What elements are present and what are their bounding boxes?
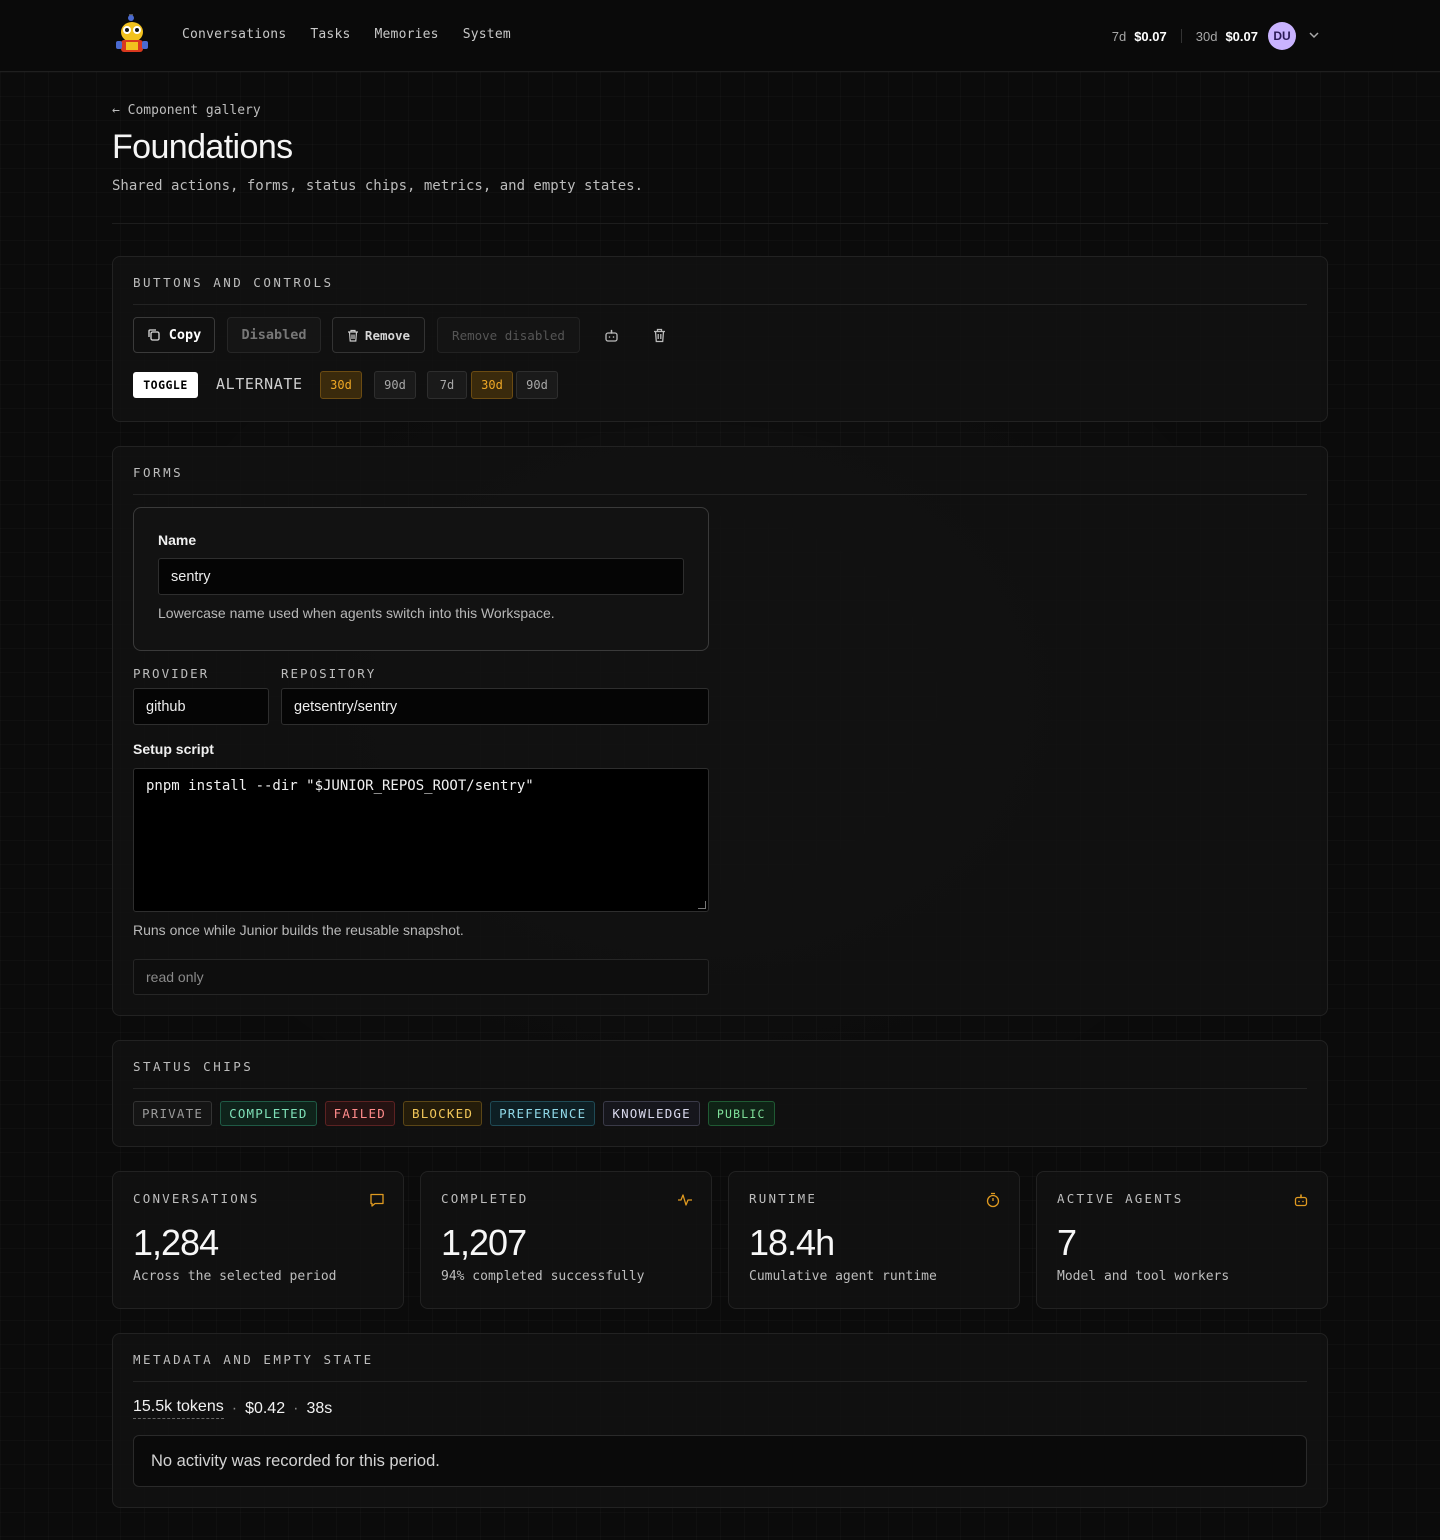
- forms-panel: FORMS Name sentry Lowercase name used wh…: [112, 446, 1328, 1016]
- metric-value: 7: [1057, 1222, 1077, 1263]
- usage-30d-value: $0.07: [1225, 28, 1258, 44]
- metric-value: 18.4h: [749, 1222, 835, 1263]
- nav-system[interactable]: System: [463, 27, 511, 42]
- section-title: FORMS: [133, 465, 184, 480]
- metric-label: COMPLETED: [441, 1191, 529, 1206]
- remove-label: Remove: [364, 327, 411, 343]
- setup-script-help: Runs once while Junior builds the reusab…: [133, 922, 464, 938]
- separator-dot: ·: [231, 1399, 238, 1417]
- toggle-button[interactable]: TOGGLE: [133, 372, 198, 398]
- duration-value: 38s: [306, 1399, 333, 1417]
- metric-subtext: Model and tool workers: [1057, 1269, 1230, 1284]
- metadata-row: 15.5k tokens · $0.42 · 38s: [133, 1398, 332, 1419]
- avatar[interactable]: DU: [1268, 22, 1296, 50]
- chevron-down-icon[interactable]: [1308, 29, 1320, 44]
- nav-memories[interactable]: Memories: [375, 27, 439, 42]
- name-label: Name: [158, 532, 197, 548]
- metric-value: 1,207: [441, 1222, 527, 1263]
- status-chip-failed: FAILED: [324, 1101, 395, 1126]
- repository-input[interactable]: getsentry/sentry: [281, 688, 709, 725]
- metadata-panel: METADATA AND EMPTY STATE 15.5k tokens · …: [112, 1333, 1328, 1508]
- metric-card-active-agents: ACTIVE AGENTS 7 Model and tool workers: [1036, 1171, 1328, 1309]
- section-divider: [133, 1381, 1307, 1382]
- section-title: METADATA AND EMPTY STATE: [133, 1352, 374, 1367]
- name-field-card: Name sentry Lowercase name used when age…: [133, 507, 709, 651]
- section-divider: [133, 494, 1307, 495]
- chip-list: PRIVATE COMPLETED FAILED BLOCKED PREFERE…: [133, 1101, 775, 1126]
- activity-icon: [677, 1192, 693, 1208]
- status-chip-preference: PREFERENCE: [490, 1101, 596, 1126]
- status-chip-blocked: BLOCKED: [402, 1101, 483, 1126]
- timer-icon: [985, 1192, 1001, 1208]
- back-link[interactable]: ← Component gallery: [112, 103, 261, 118]
- remove-disabled-button[interactable]: Remove disabled: [437, 317, 580, 353]
- metric-subtext: Across the selected period: [133, 1269, 337, 1284]
- status-chip-public: PUBLIC: [707, 1101, 775, 1126]
- page-subtitle: Shared actions, forms, status chips, met…: [112, 178, 644, 194]
- resize-handle[interactable]: [698, 901, 706, 909]
- disabled-button[interactable]: Disabled: [227, 317, 321, 353]
- main-nav: Conversations Tasks Memories System: [182, 27, 511, 42]
- logo[interactable]: [112, 14, 152, 56]
- provider-label: PROVIDER: [133, 666, 210, 681]
- section-divider: [133, 304, 1307, 305]
- bot-icon: [1293, 1192, 1309, 1208]
- bot-icon[interactable]: [601, 325, 621, 345]
- metric-subtext: 94% completed successfully: [441, 1269, 645, 1284]
- setup-script-textarea[interactable]: pnpm install --dir "$JUNIOR_REPOS_ROOT/s…: [133, 768, 709, 912]
- metric-subtext: Cumulative agent runtime: [749, 1269, 937, 1284]
- separator-dot: ·: [293, 1399, 299, 1417]
- nav-conversations[interactable]: Conversations: [182, 27, 286, 42]
- segment-7d[interactable]: 7d: [427, 371, 467, 399]
- buttons-panel: BUTTONS AND CONTROLS Copy Disabled Remov…: [112, 256, 1328, 422]
- usage-7d-value: $0.07: [1134, 28, 1167, 44]
- remove-button[interactable]: Remove: [332, 317, 425, 353]
- copy-icon: [147, 328, 161, 342]
- setup-script-label: Setup script: [133, 741, 214, 757]
- readonly-input[interactable]: read only: [133, 959, 709, 995]
- section-title: BUTTONS AND CONTROLS: [133, 275, 334, 290]
- status-chip-completed: COMPLETED: [220, 1101, 317, 1126]
- cost-value: $0.42: [245, 1399, 286, 1417]
- name-input[interactable]: sentry: [158, 558, 684, 595]
- metric-card-conversations: CONVERSATIONS 1,284 Across the selected …: [112, 1171, 404, 1309]
- section-title: STATUS CHIPS: [133, 1059, 254, 1074]
- metric-card-completed: COMPLETED 1,207 94% completed successful…: [420, 1171, 712, 1309]
- range-90d-option[interactable]: 90d: [374, 371, 416, 399]
- copy-label: Copy: [168, 327, 202, 343]
- usage-divider: [1180, 29, 1182, 43]
- token-count[interactable]: 15.5k tokens: [133, 1398, 224, 1419]
- usage-summary: 7d $0.07 30d $0.07 DU: [1112, 22, 1320, 50]
- alternate-button[interactable]: ALTERNATE: [216, 375, 303, 393]
- top-bar: Conversations Tasks Memories System 7d $…: [0, 0, 1440, 72]
- metric-card-runtime: RUNTIME 18.4h Cumulative agent runtime: [728, 1171, 1020, 1309]
- nav-tasks[interactable]: Tasks: [310, 27, 350, 42]
- empty-state: No activity was recorded for this period…: [133, 1435, 1307, 1487]
- metric-label: CONVERSATIONS: [133, 1191, 260, 1206]
- provider-input[interactable]: github: [133, 688, 269, 725]
- range-30d-option[interactable]: 30d: [320, 371, 362, 399]
- trash-icon: [347, 329, 359, 342]
- usage-30d-label: 30d: [1195, 28, 1218, 44]
- metric-value: 1,284: [133, 1222, 219, 1263]
- status-chip-private: PRIVATE: [133, 1101, 213, 1126]
- header-divider: [112, 223, 1328, 224]
- status-chips-panel: STATUS CHIPS PRIVATE COMPLETED FAILED BL…: [112, 1040, 1328, 1147]
- message-icon: [369, 1192, 385, 1208]
- section-divider: [133, 1088, 1307, 1089]
- repository-label: REPOSITORY: [281, 666, 377, 681]
- name-help-text: Lowercase name used when agents switch i…: [158, 605, 555, 621]
- copy-button[interactable]: Copy: [133, 317, 215, 353]
- status-chip-knowledge: KNOWLEDGE: [603, 1101, 700, 1126]
- setup-script-value: pnpm install --dir "$JUNIOR_REPOS_ROOT/s…: [146, 778, 534, 794]
- segment-90d[interactable]: 90d: [516, 371, 558, 399]
- page-title: Foundations: [112, 128, 293, 166]
- metric-label: ACTIVE AGENTS: [1057, 1191, 1184, 1206]
- segment-30d[interactable]: 30d: [471, 371, 513, 399]
- metric-label: RUNTIME: [749, 1191, 818, 1206]
- trash-icon[interactable]: [649, 325, 669, 345]
- usage-7d-label: 7d: [1111, 28, 1127, 44]
